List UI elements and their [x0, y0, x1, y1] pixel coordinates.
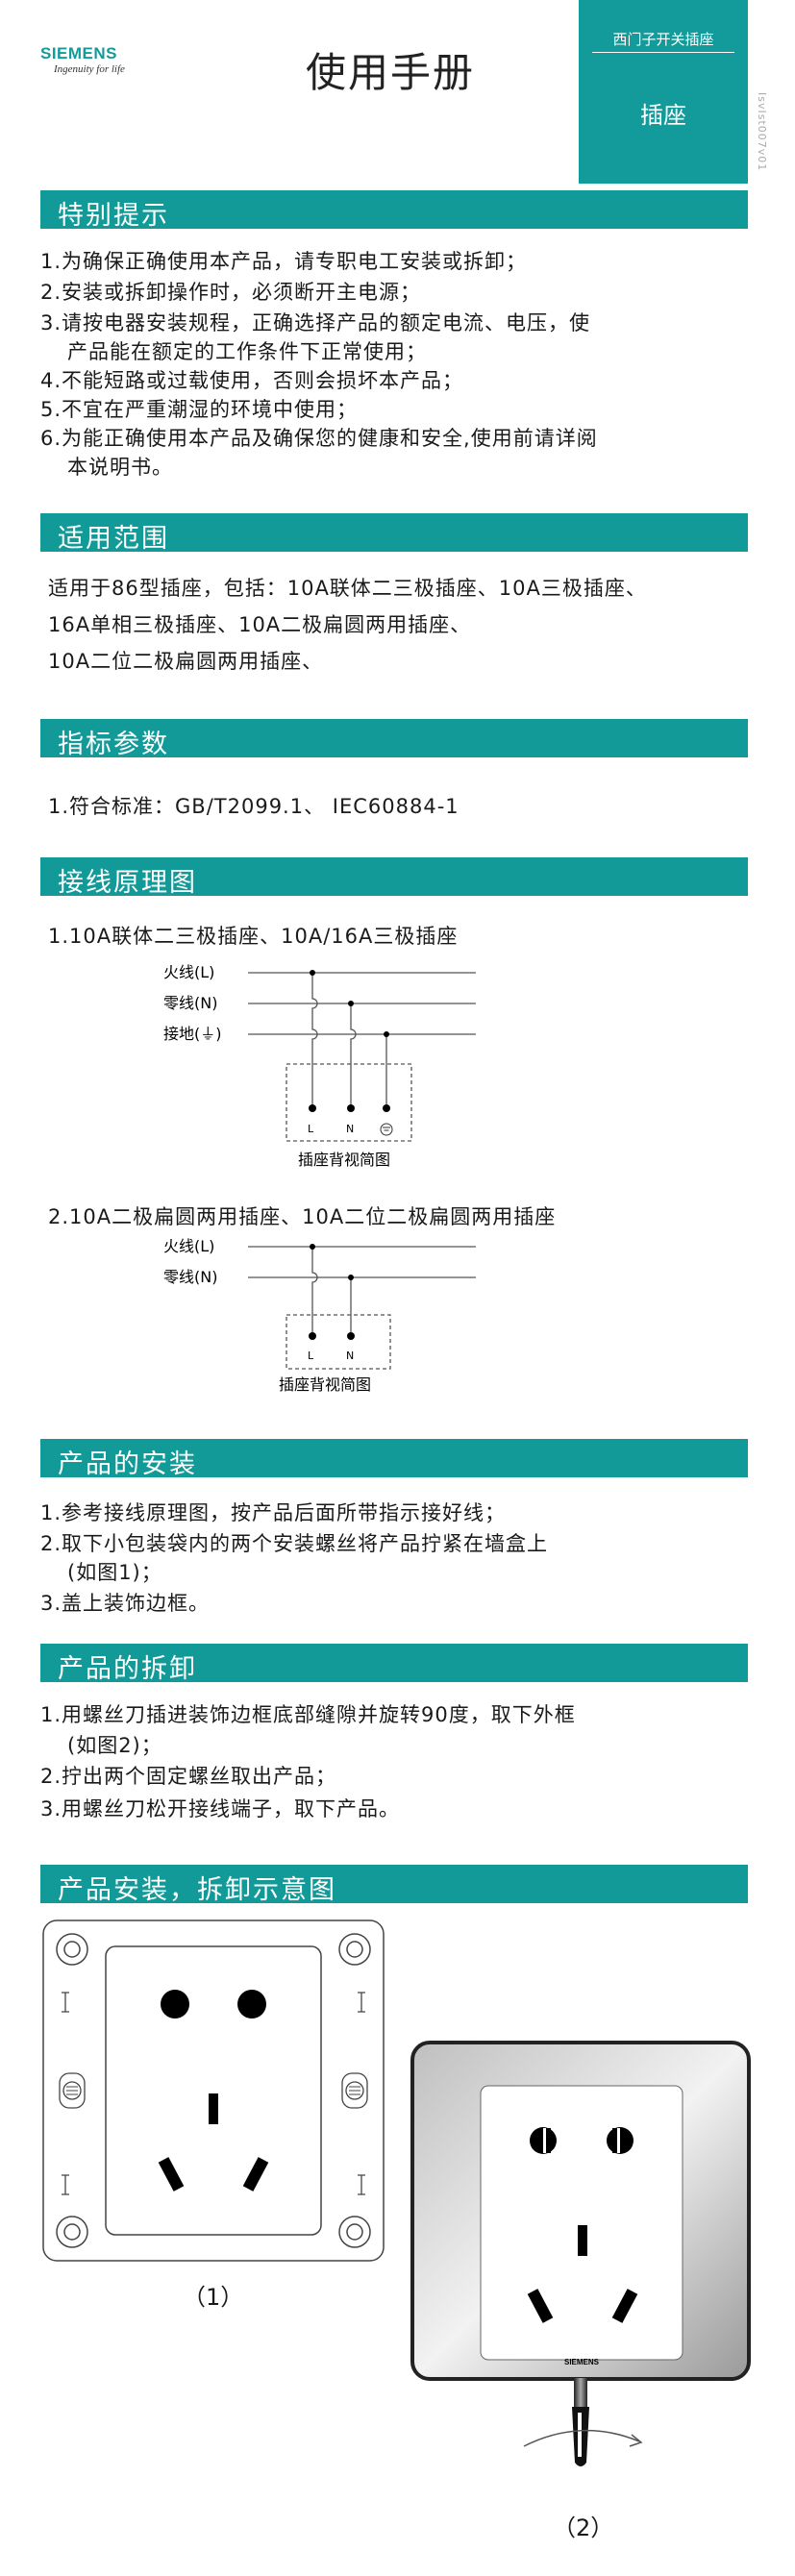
figure-2-caption: （2） — [553, 2514, 614, 2541]
section-header-tips: 特别提示 — [40, 190, 748, 231]
list-item: 1.参考接线原理图，按产品后面所带指示接好线； — [40, 1501, 507, 1524]
list-item: 5.不宜在严重潮湿的环境中使用； — [40, 398, 359, 421]
section-header-figures: 产品安装，拆卸示意图 — [40, 1865, 748, 1905]
diagram-title: 2.10A二极扁圆两用插座、10A二位二极扁圆两用插座 — [48, 1205, 557, 1228]
plate-brand-label: SIEMENS — [564, 2358, 600, 2366]
brand-tagline: Ingenuity for life — [54, 63, 125, 75]
list-item: 3.盖上装饰边框。 — [40, 1592, 211, 1615]
neutral-wire-label: 零线(N) — [163, 994, 217, 1012]
product-name: 插座 — [640, 102, 686, 129]
terminal-n: N — [346, 1350, 354, 1362]
neutral-wire-label: 零线(N) — [163, 1268, 217, 1286]
list-item: 6.为能正确使用本产品及确保您的健康和安全,使用前请详阅 — [40, 427, 598, 450]
section-title: 接线原理图 — [58, 868, 197, 898]
section-header-install: 产品的安装 — [40, 1439, 748, 1479]
list-item: 1.符合标准：GB/T2099.1、 IEC60884-1 — [48, 795, 460, 818]
divider — [592, 52, 734, 53]
list-item: 1.用螺丝刀插进装饰边框底部缝隙并旋转90度，取下外框 — [40, 1703, 576, 1726]
list-item: 2.安装或拆卸操作时，必须断开主电源； — [40, 281, 422, 304]
section-header-params: 指标参数 — [40, 719, 748, 759]
list-item: 本说明书。 — [67, 456, 173, 479]
section-title: 产品安装，拆卸示意图 — [58, 1875, 336, 1905]
text-line: 10A二位二极扁圆两用插座、 — [48, 650, 324, 673]
figure-2-frame-removal: SIEMENS — [410, 2041, 751, 2466]
back-view-caption: 插座背视简图 — [298, 1151, 390, 1169]
earth-wire-label: 接地(⏚) — [163, 1025, 222, 1043]
list-item: 产品能在额定的工作条件下正常使用； — [67, 340, 427, 363]
list-item: 3.请按电器安装规程，正确选择产品的额定电流、电压，使 — [40, 311, 591, 334]
section-title: 特别提示 — [58, 201, 169, 231]
figure-1-caption: （1） — [183, 2284, 244, 2311]
terminal-n: N — [346, 1123, 354, 1135]
section-title: 适用范围 — [58, 524, 169, 554]
wiring-diagram-1: 火线(L) 零线(N) 接地(⏚) L N 插座背视简图 — [163, 963, 476, 1169]
section-header-wiring: 接线原理图 — [40, 857, 748, 898]
terminal-l: L — [308, 1350, 314, 1362]
wiring-diagram-2: 火线(L) 零线(N) L N 插座背视简图 — [163, 1237, 476, 1394]
list-item: 1.为确保正确使用本产品，请专职电工安装或拆卸； — [40, 250, 528, 273]
terminal-l: L — [308, 1123, 314, 1135]
list-item: 3.用螺丝刀松开接线端子，取下产品。 — [40, 1797, 401, 1821]
list-item: 2.取下小包装袋内的两个安装螺丝将产品拧紧在墙盒上 — [40, 1532, 549, 1555]
product-tag: 西门子开关插座 插座 — [579, 0, 748, 184]
list-item: (如图1)； — [67, 1561, 162, 1584]
page-title: 使用手册 — [306, 49, 476, 96]
section-title: 产品的拆卸 — [58, 1654, 197, 1684]
list-item: 4.不能短路或过载使用，否则会损坏本产品； — [40, 369, 464, 392]
section-header-scope: 适用范围 — [40, 513, 748, 554]
text-line: 16A单相三极插座、10A二极扁圆两用插座、 — [48, 613, 472, 636]
product-category: 西门子开关插座 — [612, 31, 714, 48]
brand-logo: SIEMENS — [40, 44, 118, 62]
section-header-removal: 产品的拆卸 — [40, 1644, 748, 1684]
section-title: 指标参数 — [58, 730, 169, 759]
live-wire-label: 火线(L) — [163, 1237, 214, 1255]
list-item: (如图2)； — [67, 1734, 162, 1757]
back-view-caption: 插座背视简图 — [279, 1375, 371, 1394]
list-item: 2.拧出两个固定螺丝取出产品； — [40, 1765, 337, 1788]
section-title: 产品的安装 — [58, 1449, 197, 1479]
document-code: IsvIst007v01 — [756, 92, 768, 172]
figure-1-socket-mounting — [42, 1920, 385, 2262]
screwdriver-icon — [572, 2378, 589, 2466]
text-line: 适用于86型插座，包括：10A联体二三极插座、10A三极插座、 — [48, 577, 647, 600]
diagram-title: 1.10A联体二三极插座、10A/16A三极插座 — [48, 925, 459, 948]
live-wire-label: 火线(L) — [163, 963, 214, 981]
